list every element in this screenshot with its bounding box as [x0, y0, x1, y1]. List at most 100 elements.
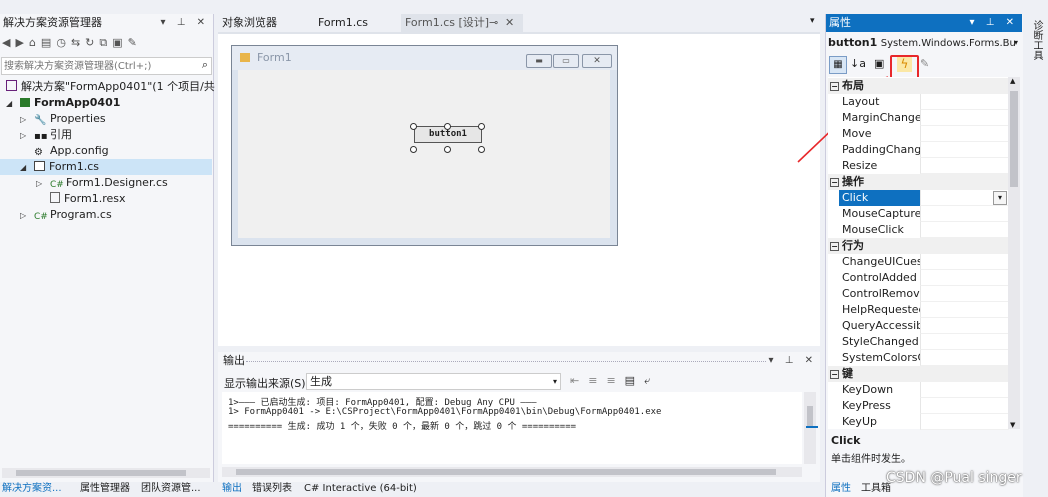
property-value[interactable]: [920, 382, 1009, 398]
property-row[interactable]: Click ▾: [828, 190, 1009, 206]
scroll-thumb[interactable]: [236, 469, 776, 475]
sync-icon[interactable]: ⇆: [71, 36, 85, 49]
switch-view-icon[interactable]: ▤: [41, 36, 56, 49]
property-row[interactable]: SystemColorsCh: [828, 350, 1009, 366]
minimize-button[interactable]: ▬: [526, 54, 552, 68]
property-row[interactable]: PaddingChange: [828, 142, 1009, 158]
forward-icon[interactable]: ▶: [15, 36, 28, 49]
scroll-up-icon[interactable]: ▲: [1010, 77, 1015, 85]
bottom-tab-solution-explorer[interactable]: 解决方案资...: [2, 482, 62, 496]
solution-hscrollbar[interactable]: [2, 468, 210, 478]
property-value[interactable]: [920, 142, 1009, 158]
next-message-icon[interactable]: ≡: [606, 374, 624, 387]
property-row[interactable]: StyleChanged: [828, 334, 1009, 350]
property-value[interactable]: [920, 414, 1009, 430]
tree-item-properties[interactable]: ▷ 🔧 Properties: [20, 111, 106, 127]
chevron-down-icon[interactable]: ▾: [993, 191, 1007, 205]
property-value[interactable]: [920, 286, 1009, 302]
tree-item-program-cs[interactable]: ▷ C# Program.cs: [20, 207, 112, 223]
chevron-down-icon[interactable]: ▾: [553, 374, 557, 389]
properties-icon[interactable]: ▣: [874, 57, 884, 70]
clear-all-icon[interactable]: ▤: [625, 374, 644, 387]
property-value[interactable]: [920, 126, 1009, 142]
pin-icon[interactable]: ⊸: [489, 14, 498, 32]
property-value[interactable]: [920, 302, 1009, 318]
property-row[interactable]: Resize: [828, 158, 1009, 174]
tree-item-references[interactable]: ▷ ▪▪ 引用: [20, 127, 72, 143]
output-vscrollbar[interactable]: [804, 392, 816, 464]
tree-item-form1-designer[interactable]: ▷ C# Form1.Designer.cs: [36, 175, 168, 191]
expanded-arrow-icon[interactable]: ◢: [20, 160, 28, 176]
property-row[interactable]: MouseClick: [828, 222, 1009, 238]
collapsed-arrow-icon[interactable]: ▷: [36, 176, 44, 192]
property-value[interactable]: ▾: [920, 190, 1009, 206]
collapse-icon[interactable]: −: [830, 178, 839, 187]
word-wrap-icon[interactable]: ⤶: [644, 374, 659, 387]
panel-window-buttons[interactable]: ▾ ⊥ ✕: [769, 352, 817, 370]
property-category[interactable]: − 操作: [828, 174, 1008, 190]
search-icon[interactable]: ⌕: [202, 58, 208, 72]
property-row[interactable]: KeyUp: [828, 414, 1009, 430]
property-value[interactable]: [920, 110, 1009, 126]
collapsed-arrow-icon[interactable]: ▷: [20, 112, 28, 128]
property-value[interactable]: [920, 94, 1009, 110]
tab-overflow-icon[interactable]: ▾: [810, 16, 815, 26]
diagnostic-tools-strip[interactable]: 诊断工具: [1024, 14, 1048, 497]
bottom-tab-property-manager[interactable]: 属性管理器: [80, 482, 130, 496]
bottom-tab-error-list[interactable]: 错误列表: [252, 482, 292, 496]
maximize-button[interactable]: ▭: [553, 54, 579, 68]
bottom-tab-output[interactable]: 输出: [222, 482, 242, 496]
wrench-icon[interactable]: ✎: [128, 36, 142, 49]
expanded-arrow-icon[interactable]: ◢: [6, 96, 14, 112]
property-category[interactable]: − 键: [828, 366, 1008, 382]
tree-item-form1-cs[interactable]: ◢ Form1.cs: [20, 159, 99, 175]
tree-item-form1-resx[interactable]: Form1.resx: [50, 191, 126, 207]
properties-object-selector[interactable]: button1 System.Windows.Forms.Bu ▾: [828, 35, 1018, 51]
scroll-thumb[interactable]: [16, 470, 186, 476]
property-value[interactable]: [920, 206, 1009, 222]
property-row[interactable]: ControlRemove: [828, 286, 1009, 302]
collapse-icon[interactable]: −: [830, 370, 839, 379]
property-category[interactable]: − 布局: [828, 78, 1008, 94]
tab-form1-cs[interactable]: Form1.cs: [318, 14, 368, 32]
designer-form-window[interactable]: Form1 ▬ ▭ ✕ button1: [231, 45, 618, 246]
collapse-icon[interactable]: −: [830, 242, 839, 251]
scroll-thumb[interactable]: [1010, 91, 1018, 187]
property-value[interactable]: [920, 222, 1009, 238]
properties-vscrollbar[interactable]: ▲ ▼: [1008, 77, 1020, 429]
collapsed-arrow-icon[interactable]: ▷: [20, 208, 28, 224]
output-hscrollbar[interactable]: [222, 467, 802, 477]
property-value[interactable]: [920, 270, 1009, 286]
scroll-down-icon[interactable]: ▼: [1010, 421, 1015, 429]
property-category[interactable]: − 行为: [828, 238, 1008, 254]
collapse-icon[interactable]: −: [830, 82, 839, 91]
tree-item-app-config[interactable]: ⚙ App.config: [34, 143, 109, 159]
bottom-tab-csharp-interactive[interactable]: C# Interactive (64-bit): [304, 482, 417, 496]
close-button[interactable]: ✕: [582, 54, 612, 68]
pending-changes-icon[interactable]: ◷: [56, 36, 71, 49]
property-value[interactable]: [920, 318, 1009, 334]
property-pages-icon[interactable]: ✎: [920, 57, 929, 70]
property-row[interactable]: KeyDown: [828, 382, 1009, 398]
property-row[interactable]: MouseCaptureC: [828, 206, 1009, 222]
tree-item-project[interactable]: ◢ FormApp0401: [6, 95, 120, 111]
property-row[interactable]: QueryAccessibil: [828, 318, 1009, 334]
collapsed-arrow-icon[interactable]: ▷: [20, 128, 28, 144]
bottom-tab-properties[interactable]: 属性: [831, 482, 851, 496]
collapse-all-icon[interactable]: ⧉: [99, 36, 112, 49]
property-value[interactable]: [920, 254, 1009, 270]
tab-form1-design[interactable]: Form1.cs [设计] ⊸ ✕: [401, 14, 523, 32]
close-icon[interactable]: ✕: [505, 14, 514, 32]
property-value[interactable]: [920, 158, 1009, 174]
solution-search-input[interactable]: [2, 58, 186, 74]
property-row[interactable]: ControlAdded: [828, 270, 1009, 286]
home-icon[interactable]: ⌂: [29, 36, 41, 49]
refresh-icon[interactable]: ↻: [85, 36, 99, 49]
output-source-select[interactable]: 生成 ▾: [306, 373, 561, 390]
diagnostic-tools-tab[interactable]: 诊断工具: [1029, 20, 1044, 60]
property-row[interactable]: MarginChanged: [828, 110, 1009, 126]
scroll-thumb[interactable]: [807, 406, 813, 426]
back-icon[interactable]: ◀: [2, 36, 15, 49]
tab-object-browser[interactable]: 对象浏览器: [222, 14, 277, 32]
solution-search-box[interactable]: ⌕: [1, 57, 212, 75]
